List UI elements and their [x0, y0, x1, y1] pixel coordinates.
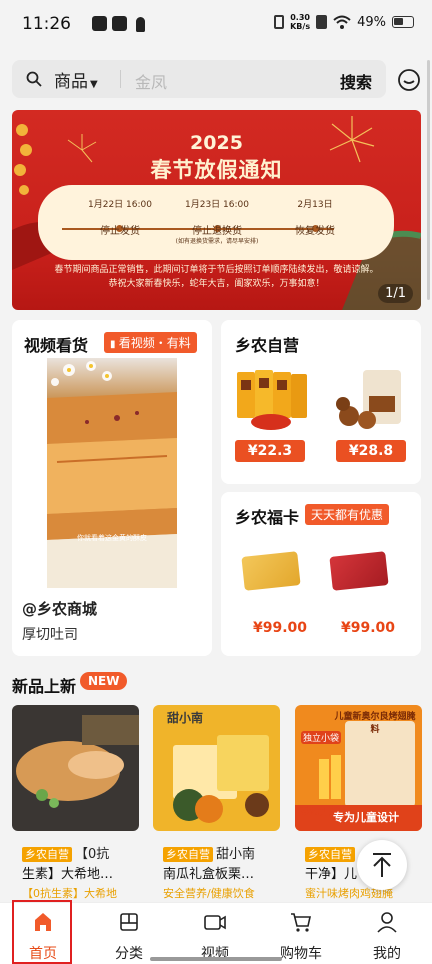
video-tag[interactable]: ▮ 看视频・有料 [104, 332, 197, 353]
highlight-box [12, 900, 72, 964]
self-operated-title: 乡农自营 [235, 336, 300, 355]
caret-down-icon: ▼ [90, 79, 98, 90]
new-item[interactable]: 甜小南 乡农自营 甜小南 南瓜礼盒板栗… 安全营养/健康饮食 [153, 705, 280, 905]
product-image-fish [12, 705, 139, 831]
search-button[interactable]: 搜索 [340, 69, 372, 93]
search-category-select[interactable]: 商品 ▼ [54, 67, 98, 92]
item-title: 乡农自营 甜小南 [163, 843, 255, 862]
status-bar: 11:26 0.30 KB/s 49% [0, 0, 432, 48]
video-card[interactable]: 视频看货 ▮ 看视频・有料 你就看着这金黄的酥皮 @乡农商城 厚切吐司 [12, 320, 212, 656]
milestone-label: 停止发货 [100, 226, 140, 237]
tab-profile[interactable]: 我的 [344, 903, 430, 963]
app-notification-icon [112, 16, 127, 31]
item-title-line2: 生素】大希地… [22, 867, 114, 882]
video-thumbnail[interactable]: 你就看着这金黄的酥皮 [47, 358, 177, 588]
battery-text: 49% [357, 14, 386, 30]
tab-label: 我的 [373, 946, 401, 962]
new-item[interactable]: 乡农自营 【0抗 生素】大希地… 【0抗生素】大希地 [12, 705, 139, 905]
video-caption: 你就看着这金黄的酥皮 [77, 534, 147, 542]
gesture-bar[interactable] [150, 957, 282, 961]
tab-cart[interactable]: 购物车 [258, 903, 344, 963]
brand-logo-text: 甜小南 [167, 711, 204, 725]
gift-card-price: ¥99.00 [253, 620, 308, 636]
wifi-icon [333, 15, 351, 29]
category-icon [120, 913, 138, 931]
search-icon [26, 71, 42, 87]
tab-video[interactable]: 视频 [172, 903, 258, 963]
price-tag: ¥22.3 [235, 440, 305, 462]
vibrate-icon [274, 15, 285, 29]
gift-card-image-red[interactable] [329, 551, 389, 591]
profile-icon [377, 912, 397, 933]
video-icon [204, 915, 226, 930]
banner-notice: 春节期间商品正常销售，此期间订单将于节后按照订单顺序陆续发出，敬请谅解。 [54, 265, 379, 275]
back-to-top-button[interactable] [357, 840, 407, 890]
milestone-note: (如有退换货需求，请尽早安排) [175, 238, 259, 245]
battery-icon [392, 16, 414, 28]
notification-icons [92, 16, 145, 32]
self-operated-card[interactable]: 乡农自营 ¥22.3 ¥28.8 [221, 320, 421, 484]
gift-card-section[interactable]: 乡农福卡 天天都有优惠 ¥99.00 ¥99.00 [221, 492, 421, 656]
item-subtitle: 蜜汁味烤肉鸡翅腌 [305, 887, 393, 900]
new-badge: NEW [80, 672, 128, 690]
cart-icon [291, 913, 311, 932]
item-title-line2: 南瓜礼盒板栗… [163, 867, 255, 882]
gift-card-price: ¥99.00 [341, 620, 396, 636]
gift-card-image-gold[interactable] [241, 551, 301, 591]
arrow-up-icon [373, 853, 391, 877]
item-title: 乡农自营 【0抗 [22, 843, 109, 862]
search-input[interactable]: 金凤 [135, 69, 167, 93]
product-image-spicy-sauce[interactable] [233, 366, 309, 436]
promo-banner[interactable]: 2025 春节放假通知 1月22日 16:00 1月23日 16:00 2月13… [12, 110, 421, 310]
self-operated-tag: 乡农自营 [22, 847, 72, 862]
chart-bars-icon: ▮ [110, 339, 119, 350]
item-subtitle: 【0抗生素】大希地 [22, 887, 117, 900]
status-time: 11:26 [22, 14, 71, 34]
sim-icon [316, 15, 328, 29]
scrollbar[interactable] [427, 60, 430, 300]
self-operated-tag: 乡农自营 [305, 847, 355, 862]
net-speed: 0.30 KB/s [290, 13, 311, 31]
milestone-date: 2月13日 [297, 200, 333, 210]
new-arrivals-title: 新品上新 [12, 677, 77, 696]
video-shop-name: @乡农商城 [22, 600, 98, 618]
self-operated-tag: 乡农自营 [163, 847, 213, 862]
milestone-label: 停止退换货 [192, 226, 242, 237]
toast-image [47, 361, 177, 588]
package-badge: 独立小袋 [301, 731, 341, 744]
product-image-chestnuts[interactable] [333, 366, 409, 436]
banner-pager: 1/1 [378, 284, 413, 303]
price-tag: ¥28.8 [336, 440, 406, 462]
milestone-date: 1月23日 16:00 [185, 200, 249, 210]
banner-year: 2025 [190, 132, 243, 154]
gift-card-tag: 天天都有优惠 [305, 504, 390, 525]
video-card-title: 视频看货 [24, 336, 89, 355]
search-bar[interactable]: 商品 ▼ 金凤 搜索 [12, 60, 386, 98]
divider [120, 70, 121, 88]
banner-title: 春节放假通知 [150, 158, 283, 182]
customer-service-icon[interactable] [397, 68, 421, 92]
tab-category[interactable]: 分类 [86, 903, 172, 963]
milestone-label: 恢复发货 [295, 226, 335, 237]
system-status: 0.30 KB/s 49% [274, 13, 414, 31]
milestone-date: 1月22日 16:00 [88, 200, 152, 210]
gift-card-title: 乡农福卡 [235, 508, 300, 527]
package-footer-text: 专为儿童设计 [333, 811, 399, 824]
video-product-name: 厚切吐司 [22, 627, 78, 643]
banner-greeting: 恭祝大家新春快乐，蛇年大吉，阖家欢乐，万事如意！ [108, 279, 325, 289]
bell-icon [136, 17, 145, 32]
app-notification-icon [92, 16, 107, 31]
item-subtitle: 安全营养/健康饮食 [163, 887, 255, 900]
package-title: 儿童新奥尔良烤翅腌料 [334, 712, 416, 735]
